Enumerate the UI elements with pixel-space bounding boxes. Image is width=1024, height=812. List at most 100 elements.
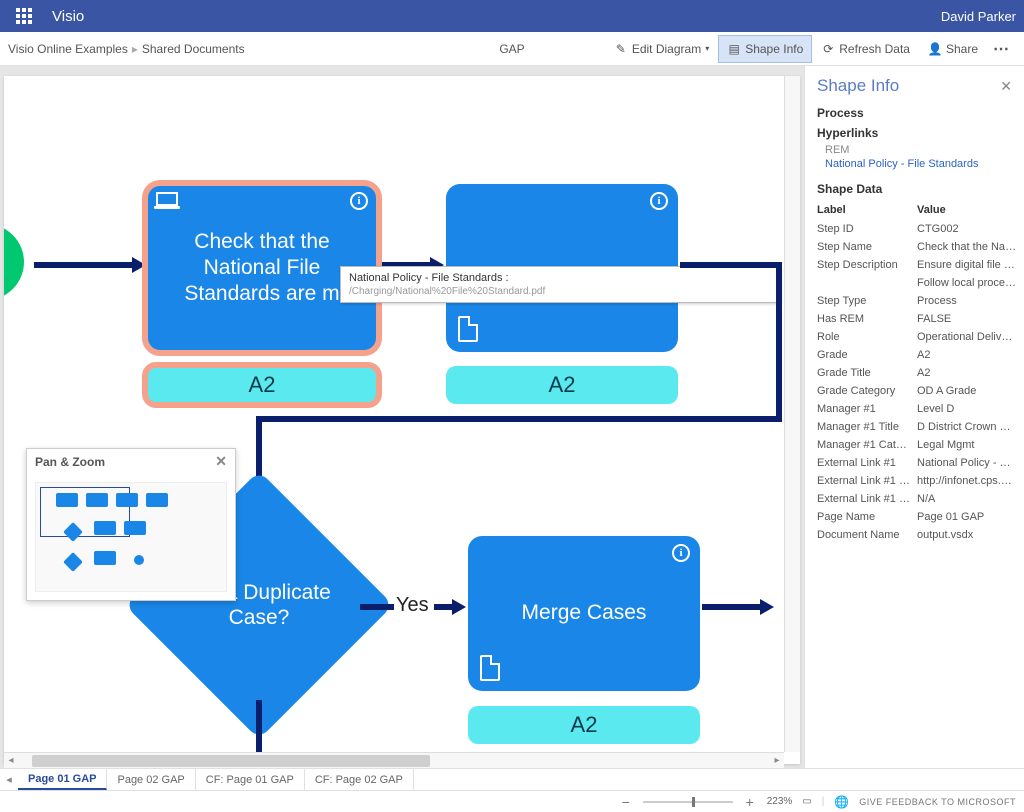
panzoom-body[interactable] — [27, 474, 235, 600]
info-icon[interactable]: i — [650, 192, 668, 210]
cell-value: Process — [917, 292, 1017, 310]
panzoom-title: Pan & Zoom — [35, 455, 105, 469]
cell-value: National Policy - Fil… — [917, 454, 1017, 472]
cell-label: Step ID — [817, 220, 917, 238]
connector — [256, 416, 780, 422]
cell-label: Manager #1 Catego… — [817, 436, 917, 454]
vertical-scrollbar[interactable] — [784, 76, 800, 752]
connector — [34, 262, 134, 268]
grade-badge-a2[interactable]: A2 — [446, 366, 678, 404]
cell-label: Grade Category — [817, 382, 917, 400]
cell-value: A2 — [917, 346, 1017, 364]
page-tabs: ◂ Page 01 GAPPage 02 GAPCF: Page 01 GAPC… — [0, 768, 1024, 790]
start-terminator-shape[interactable] — [4, 224, 24, 300]
cell-label: Has REM — [817, 310, 917, 328]
cell-value: OD A Grade — [917, 382, 1017, 400]
page-tab[interactable]: Page 02 GAP — [107, 769, 195, 790]
cell-label: Step Description — [817, 256, 917, 274]
cell-value: CTG002 — [917, 220, 1017, 238]
more-actions-button[interactable]: ⋯ — [987, 39, 1016, 59]
cell-value: Level D — [917, 400, 1017, 418]
cell-value: Ensure digital file fr… — [917, 256, 1017, 274]
panel-icon: ▤ — [727, 42, 741, 56]
tab-prev-icon[interactable]: ◂ — [0, 773, 18, 786]
share-button[interactable]: 👤 Share — [919, 35, 987, 63]
hyperlink-tooltip: National Policy - File Standards : /Char… — [340, 266, 780, 303]
cell-value: Legal Mgmt — [917, 436, 1017, 454]
close-icon[interactable]: ✕ — [1000, 78, 1012, 95]
cell-label: Step Type — [817, 292, 917, 310]
table-row: Follow local proces… — [817, 274, 1017, 292]
col-label: Label — [817, 200, 917, 220]
edit-diagram-button[interactable]: ✎ Edit Diagram ▾ — [605, 35, 718, 63]
pane-hyperlinks-head: Hyperlinks — [817, 126, 1012, 140]
cell-value: Check that the Nati… — [917, 238, 1017, 256]
cell-value: A2 — [917, 364, 1017, 382]
connector — [360, 604, 394, 610]
cell-label: Role — [817, 328, 917, 346]
shape-info-button[interactable]: ▤ Shape Info — [718, 35, 812, 63]
share-icon: 👤 — [928, 42, 942, 56]
cell-label: Step Name — [817, 238, 917, 256]
cell-value: Follow local proces… — [917, 274, 1017, 292]
pencil-icon: ✎ — [614, 42, 628, 56]
cell-label: External Link #1 SOP — [817, 490, 917, 508]
breadcrumb-sub[interactable]: Shared Documents — [142, 42, 245, 56]
table-row: Page NamePage 01 GAP — [817, 508, 1017, 526]
page-tab[interactable]: CF: Page 01 GAP — [196, 769, 305, 790]
shape-data-table: Label Value Step IDCTG002Step NameCheck … — [817, 200, 1017, 544]
scroll-right-icon[interactable]: ▸ — [770, 755, 784, 766]
breadcrumb-root[interactable]: Visio Online Examples — [8, 42, 128, 56]
chevron-right-icon: ▸ — [132, 42, 138, 56]
connector — [434, 604, 454, 610]
zoom-slider[interactable] — [643, 801, 733, 803]
app-launcher-icon[interactable] — [8, 0, 40, 32]
page-tab[interactable]: Page 01 GAP — [18, 769, 107, 790]
edge-label-yes: Yes — [396, 594, 429, 617]
grade-badge-a2[interactable]: A2 — [146, 366, 378, 404]
cell-value: D District Crown Pr… — [917, 418, 1017, 436]
hyperlink-national-policy[interactable]: National Policy - File Standards — [825, 158, 1012, 170]
cell-value: Operational Deliver… — [917, 328, 1017, 346]
page-tab[interactable]: CF: Page 02 GAP — [305, 769, 414, 790]
horizontal-scrollbar[interactable]: ◂ ▸ — [4, 752, 784, 768]
pan-zoom-panel[interactable]: Pan & Zoom ✕ — [26, 448, 236, 601]
globe-icon[interactable]: 🌐 — [834, 795, 849, 809]
scrollbar-thumb[interactable] — [32, 755, 430, 767]
info-icon[interactable]: i — [672, 544, 690, 562]
table-row: External Link #1 Urlhttp://infonet.cps.g… — [817, 472, 1017, 490]
status-bar: − + 223% ▭ | 🌐 GIVE FEEDBACK TO MICROSOF… — [0, 790, 1024, 812]
close-icon[interactable]: ✕ — [215, 453, 227, 470]
laptop-icon — [156, 192, 178, 206]
cell-label: Manager #1 — [817, 400, 917, 418]
refresh-icon: ⟳ — [821, 42, 835, 56]
canvas-wrap: i Check that the National File Standards… — [0, 66, 804, 768]
panzoom-thumbnail[interactable] — [35, 482, 227, 592]
table-row: Step DescriptionEnsure digital file fr… — [817, 256, 1017, 274]
fit-page-icon[interactable]: ▭ — [802, 796, 811, 807]
zoom-in-button[interactable]: + — [743, 794, 757, 810]
breadcrumb: Visio Online Examples ▸ Shared Documents — [8, 42, 245, 56]
process-merge-cases[interactable]: i Merge Cases — [468, 536, 700, 691]
arrow-right-icon — [132, 257, 146, 273]
cell-label: Page Name — [817, 508, 917, 526]
table-row: Has REMFALSE — [817, 310, 1017, 328]
grade-badge-a2[interactable]: A2 — [468, 706, 700, 744]
scroll-left-icon[interactable]: ◂ — [4, 755, 18, 766]
hyperlink-rem[interactable]: REM — [825, 144, 1012, 156]
info-icon[interactable]: i — [350, 192, 368, 210]
connector — [776, 262, 782, 422]
user-name[interactable]: David Parker — [941, 9, 1016, 24]
diagram-canvas[interactable]: i Check that the National File Standards… — [4, 76, 800, 764]
refresh-data-button[interactable]: ⟳ Refresh Data — [812, 35, 919, 63]
pane-shapedata-head: Shape Data — [817, 182, 1012, 196]
pane-title: Shape Info — [817, 76, 899, 96]
arrow-right-icon — [452, 599, 466, 615]
cell-label: External Link #1 — [817, 454, 917, 472]
cell-label: External Link #1 Url — [817, 472, 917, 490]
table-row: Manager #1 Catego…Legal Mgmt — [817, 436, 1017, 454]
table-row: RoleOperational Deliver… — [817, 328, 1017, 346]
cell-label: Manager #1 Title — [817, 418, 917, 436]
feedback-link[interactable]: GIVE FEEDBACK TO MICROSOFT — [859, 797, 1016, 807]
zoom-out-button[interactable]: − — [619, 794, 633, 810]
